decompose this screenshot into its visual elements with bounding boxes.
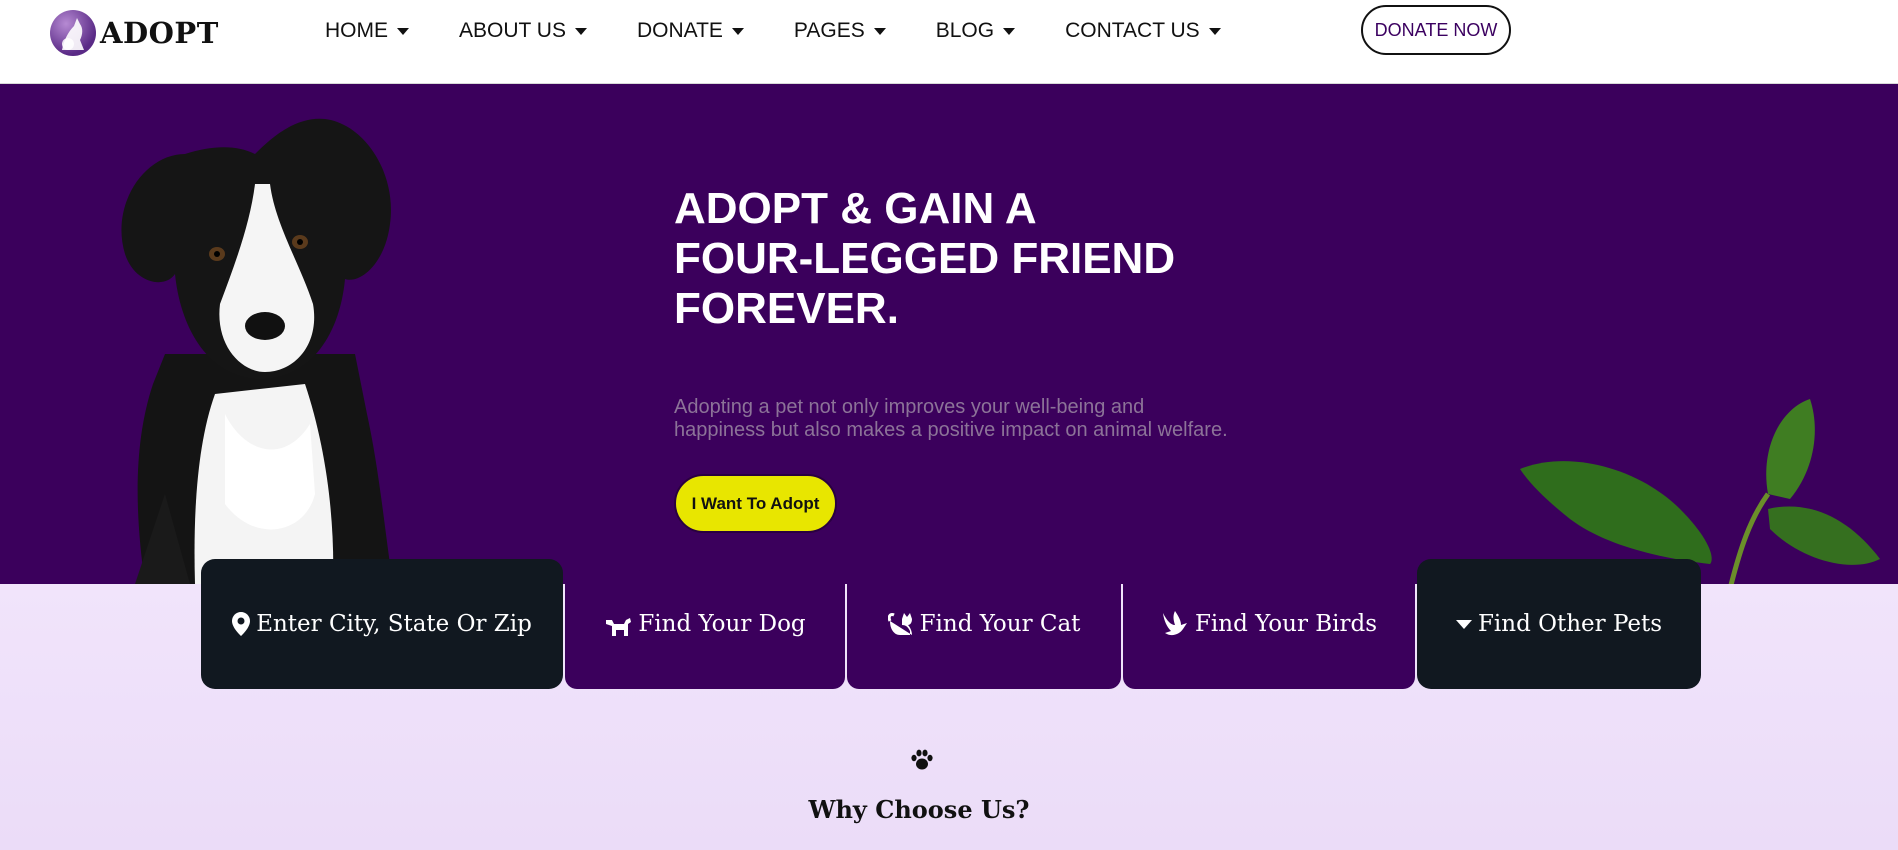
brand-name: ADOPT: [100, 16, 219, 50]
puppy-image: [105, 114, 405, 584]
paw-icon: [910, 749, 934, 776]
hero-title: ADOPT & GAIN A FOUR-LEGGED FRIEND FOREVE…: [674, 184, 1234, 334]
brand-logo[interactable]: ADOPT: [50, 10, 219, 56]
logo-emblem-icon: [50, 10, 96, 56]
hero-title-line-2: FOUR-LEGGED FRIEND: [674, 234, 1176, 283]
map-pin-icon: [232, 612, 251, 636]
nav-donate-label: DONATE: [636, 19, 723, 42]
find-other-pets-button[interactable]: Find Other Pets: [1417, 559, 1701, 689]
caret-down-icon: [397, 27, 409, 35]
nav-about-us-label: ABOUT US: [459, 19, 566, 42]
nav-home-label: HOME: [325, 19, 388, 42]
hero-subtitle-line-1: Adopting a pet not only improves your we…: [674, 396, 1145, 418]
section-title: Why Choose Us?: [808, 795, 1030, 824]
caret-down-icon: [1455, 618, 1472, 630]
nav-blog[interactable]: BLOG: [935, 19, 1016, 43]
caret-down-icon: [873, 27, 886, 35]
hero-subtitle: Adopting a pet not only improves your we…: [674, 396, 1294, 442]
caret-down-icon: [1208, 27, 1221, 35]
location-search[interactable]: Enter City, State Or Zip: [201, 559, 563, 689]
leaves-decoration: [1510, 389, 1898, 584]
hero-section: ADOPT & GAIN A FOUR-LEGGED FRIEND FOREVE…: [0, 84, 1898, 584]
hero-title-line-3: FOREVER.: [674, 284, 899, 333]
find-cat-label: Find Your Cat: [919, 611, 1081, 637]
main-nav: HOME ABOUT US DONATE PAGES BLOG CONTACT …: [325, 19, 1271, 43]
find-cat-button[interactable]: Find Your Cat: [847, 559, 1121, 689]
dove-icon: [1161, 611, 1189, 637]
nav-contact-us[interactable]: CONTACT US: [1065, 19, 1221, 43]
nav-blog-label: BLOG: [935, 19, 995, 42]
nav-donate[interactable]: DONATE: [637, 19, 744, 43]
i-want-to-adopt-button[interactable]: I Want To Adopt: [674, 474, 837, 533]
location-search-label: Enter City, State Or Zip: [256, 611, 532, 637]
nav-home[interactable]: HOME: [325, 19, 409, 43]
caret-down-icon: [731, 27, 744, 35]
find-dog-button[interactable]: Find Your Dog: [565, 559, 845, 689]
pet-search-bar: Enter City, State Or Zip Find Your Dog F…: [201, 559, 1701, 689]
nav-about-us[interactable]: ABOUT US: [459, 19, 587, 43]
nav-pages-label: PAGES: [793, 19, 865, 42]
find-birds-button[interactable]: Find Your Birds: [1123, 559, 1415, 689]
hero-title-line-1: ADOPT & GAIN A: [674, 184, 1037, 233]
find-birds-label: Find Your Birds: [1194, 611, 1378, 637]
dog-icon: [604, 612, 632, 636]
find-other-pets-label: Find Other Pets: [1477, 611, 1663, 637]
hero-subtitle-line-2: happiness but also makes a positive impa…: [674, 419, 1228, 441]
site-header: ADOPT HOME ABOUT US DONATE PAGES BLOG CO…: [0, 0, 1898, 84]
cat-icon: [887, 611, 914, 637]
caret-down-icon: [1003, 27, 1016, 35]
nav-contact-us-label: CONTACT US: [1065, 19, 1200, 42]
nav-pages[interactable]: PAGES: [794, 19, 886, 43]
find-dog-label: Find Your Dog: [638, 611, 806, 637]
donate-now-button[interactable]: DONATE NOW: [1361, 5, 1511, 55]
caret-down-icon: [574, 27, 587, 35]
